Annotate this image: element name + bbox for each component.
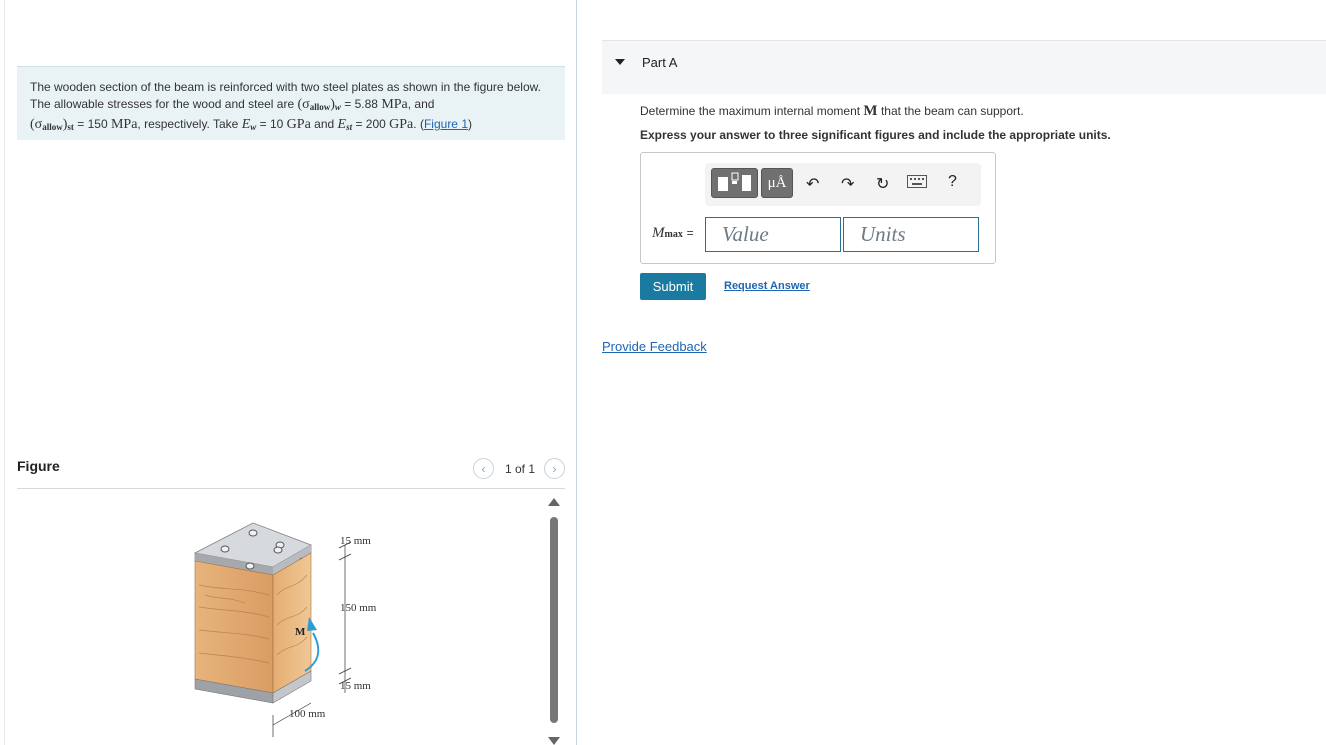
dim-width: 100 mm xyxy=(289,708,326,720)
question-text: Determine the maximum internal moment M … xyxy=(640,103,1024,119)
prev-figure-button[interactable]: ‹ xyxy=(472,458,494,479)
problem-intro: The wooden section of the beam is reinfo… xyxy=(30,80,541,111)
m-max-label: Mmax = xyxy=(652,225,694,241)
caret-down-icon[interactable] xyxy=(615,59,625,65)
part-a-header[interactable]: Part A xyxy=(602,40,1326,94)
templates-button[interactable] xyxy=(711,168,758,198)
provide-feedback-link[interactable]: Provide Feedback xyxy=(602,339,707,354)
instruction-text: Express your answer to three significant… xyxy=(640,128,1111,142)
sigma-steel-value: = 150 xyxy=(77,117,108,131)
figure-scrollbar[interactable] xyxy=(547,496,561,745)
left-pane: The wooden section of the beam is reinfo… xyxy=(0,0,577,745)
reset-icon[interactable]: ↻ xyxy=(876,174,889,194)
templates-icon xyxy=(718,172,751,191)
dim-top-plate: 15 mm xyxy=(340,535,371,547)
scroll-thumb[interactable] xyxy=(550,517,558,723)
sigma-wood-unit: MPa xyxy=(381,97,408,112)
sigma-wood-value: = 5.88 xyxy=(344,97,378,111)
e-steel: Est xyxy=(337,117,353,132)
beam-figure: M 15 mm 150 mm 15 mm 100 mm xyxy=(193,522,377,737)
keyboard-icon[interactable] xyxy=(907,175,927,194)
pager-text: 1 of 1 xyxy=(504,461,535,476)
answer-box: μÅ ↶ ↷ ↻ ? Mmax = Value Units xyxy=(640,152,996,264)
figure-title: Figure xyxy=(17,458,60,474)
redo-icon[interactable]: ↷ xyxy=(841,174,854,194)
scroll-down-arrow-icon[interactable] xyxy=(548,737,560,745)
figure-pager: ‹ 1 of 1 › xyxy=(472,458,565,479)
part-a-title: Part A xyxy=(642,55,678,70)
chevron-left-icon: ‹ xyxy=(481,461,486,476)
next-figure-button[interactable]: › xyxy=(544,458,565,479)
units-button[interactable]: μÅ xyxy=(761,168,793,198)
submit-button[interactable]: Submit xyxy=(640,273,706,300)
value-input[interactable]: Value xyxy=(705,217,841,252)
units-input[interactable]: Units xyxy=(843,217,979,252)
moment-label: M xyxy=(295,626,306,638)
wood-core-left xyxy=(194,560,274,694)
sigma-steel: (σallow)st xyxy=(30,117,74,132)
dim-wood-height: 150 mm xyxy=(340,602,377,614)
e-wood: Ew xyxy=(241,117,257,132)
figure-header: Figure ‹ 1 of 1 › xyxy=(17,455,565,489)
wood-core-right xyxy=(272,552,312,694)
pane-divider[interactable] xyxy=(576,0,577,745)
sigma-steel-unit: MPa xyxy=(110,117,138,132)
help-icon[interactable]: ? xyxy=(948,173,957,191)
problem-statement: The wooden section of the beam is reinfo… xyxy=(17,66,565,140)
dim-bottom-plate: 15 mm xyxy=(340,680,371,692)
request-answer-link[interactable]: Request Answer xyxy=(724,280,810,292)
math-toolbar: μÅ ↶ ↷ ↻ ? xyxy=(705,163,981,206)
figure-link[interactable]: Figure 1 xyxy=(424,117,468,131)
scroll-up-arrow-icon[interactable] xyxy=(548,498,560,506)
sigma-wood: (σallow)w xyxy=(297,97,341,112)
undo-icon[interactable]: ↶ xyxy=(806,174,819,194)
chevron-right-icon: › xyxy=(552,461,557,476)
